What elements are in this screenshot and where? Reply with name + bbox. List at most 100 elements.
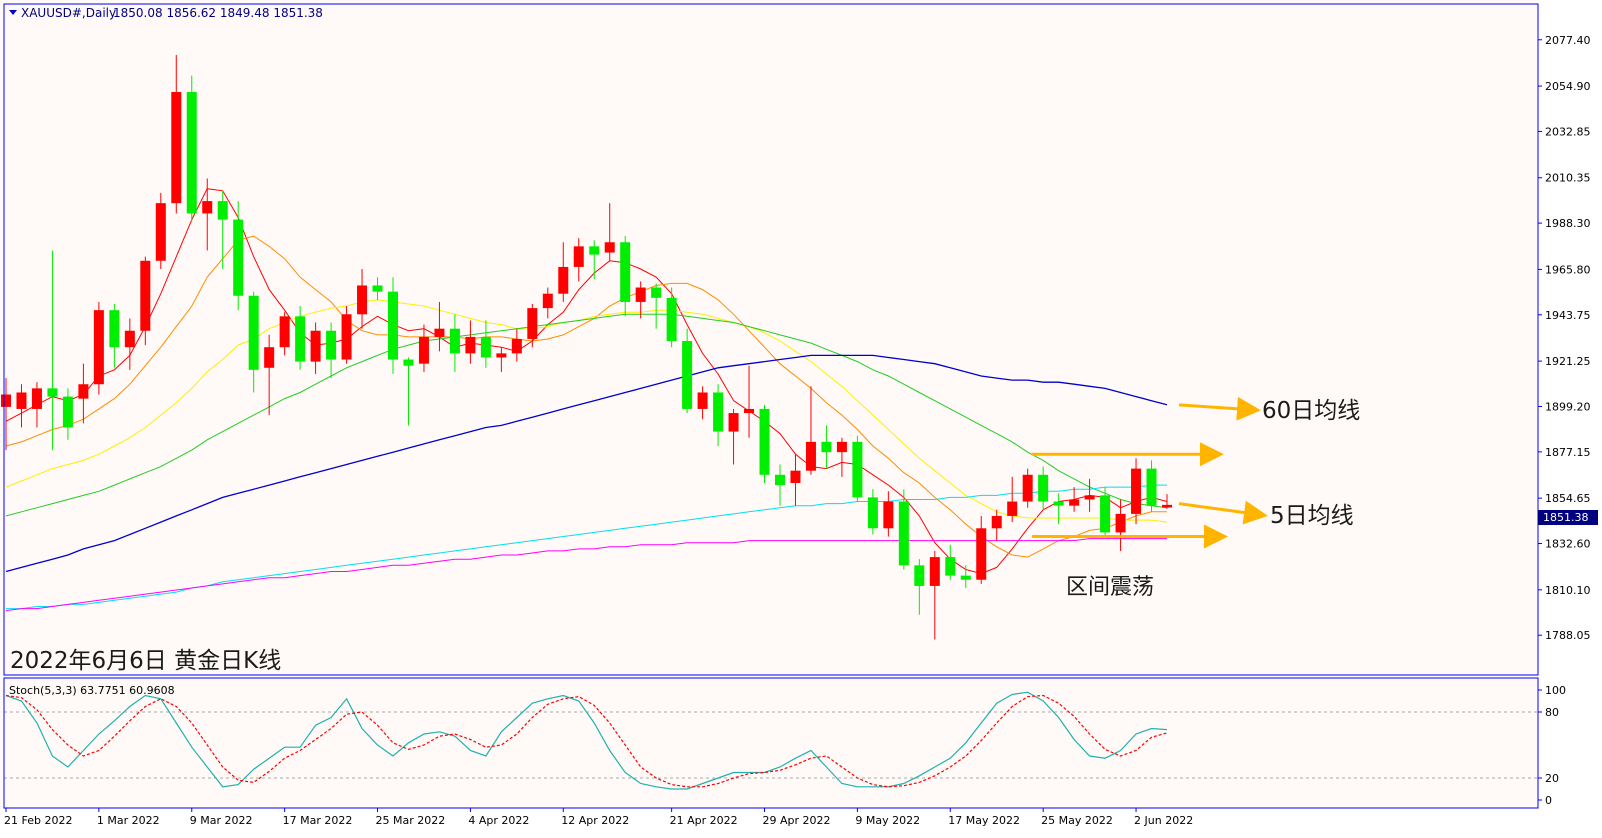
- price-tick-label: 1877.15: [1545, 446, 1591, 459]
- candle-body: [310, 330, 321, 362]
- candle-body: [651, 287, 662, 298]
- stoch-label: Stoch(5,3,3) 63.7751 60.9608: [9, 684, 175, 697]
- candle-body: [883, 501, 894, 529]
- candle-body: [357, 285, 368, 315]
- ma5-annotation: 5日均线: [1270, 503, 1354, 529]
- candle: [852, 435, 863, 502]
- candle-body: [202, 201, 213, 214]
- candle: [93, 301, 104, 395]
- candle: [155, 192, 166, 270]
- candle-body: [248, 295, 259, 370]
- date-tick-label: 25 Mar 2022: [376, 814, 446, 827]
- current-price-value: 1851.38: [1543, 511, 1589, 524]
- candle-body: [867, 497, 878, 529]
- price-chart: 2077.40 2054.90 2032.85 2010.35 1988.30 1965.…: [0, 0, 1598, 827]
- candle-body: [898, 501, 909, 566]
- candle-body: [790, 470, 801, 484]
- candle-body: [155, 203, 166, 261]
- candle-body: [960, 575, 971, 580]
- price-tick-label: 1899.20: [1545, 400, 1591, 413]
- stoch-pane-bg: [0, 678, 1538, 808]
- candle-body: [465, 336, 476, 354]
- candle-body: [945, 557, 956, 576]
- price-tick-label: 1832.60: [1545, 538, 1591, 551]
- main-pane-bg: [0, 0, 1538, 675]
- price-tick-label: 2010.35: [1545, 172, 1591, 185]
- candle: [682, 328, 693, 414]
- ohlc-readout: 1850.08 1856.62 1849.48 1851.38: [113, 6, 323, 20]
- date-tick-label: 17 May 2022: [948, 814, 1020, 827]
- candle-body: [914, 565, 925, 586]
- candle-body: [264, 347, 275, 368]
- candle-body: [480, 336, 491, 358]
- range-annotation: 区间震荡: [1066, 575, 1154, 600]
- candle-body: [728, 413, 739, 432]
- stoch-tick-label: 80: [1545, 706, 1559, 719]
- candle-body: [542, 293, 553, 309]
- price-tick-label: 1788.05: [1545, 629, 1591, 642]
- price-tick-label: 1854.65: [1545, 492, 1591, 505]
- date-tick-label: 4 Apr 2022: [468, 814, 529, 827]
- candle-body: [449, 328, 460, 354]
- candle-body: [1115, 513, 1126, 533]
- price-tick-label: 1988.30: [1545, 217, 1591, 230]
- candle-body: [326, 330, 337, 360]
- candle-body: [341, 314, 352, 360]
- candle-body: [604, 242, 615, 253]
- candle-body: [78, 384, 89, 399]
- candle-body: [1007, 501, 1018, 516]
- candle-body: [573, 246, 584, 267]
- stoch-axis: 100 80 20 0: [1538, 684, 1566, 807]
- price-tick-label: 1921.25: [1545, 355, 1591, 368]
- candle-body: [418, 336, 429, 364]
- date-tick-label: 9 Mar 2022: [190, 814, 253, 827]
- candle-body: [109, 310, 120, 348]
- candle-body: [496, 353, 507, 358]
- candle-body: [558, 266, 569, 294]
- stoch-tick-label: 20: [1545, 772, 1559, 785]
- candle-body: [1053, 501, 1064, 506]
- price-tick-label: 2077.40: [1545, 34, 1591, 47]
- candle-body: [233, 219, 244, 296]
- candle-body: [589, 246, 600, 255]
- date-axis: 21 Feb 2022 1 Mar 2022 9 Mar 2022 17 Mar 20…: [4, 808, 1193, 827]
- candle-body: [1084, 495, 1095, 500]
- candle-body: [217, 201, 228, 220]
- date-tick-label: 12 Apr 2022: [561, 814, 629, 827]
- candle-body: [775, 474, 785, 486]
- date-tick-label: 21 Feb 2022: [4, 814, 72, 827]
- price-tick-label: 1810.10: [1545, 584, 1591, 597]
- candle: [759, 404, 770, 484]
- stoch-tick-label: 0: [1545, 794, 1552, 807]
- candle-body: [666, 297, 677, 342]
- candle-body: [93, 310, 104, 385]
- candle-body: [62, 396, 73, 428]
- candle-body: [403, 359, 414, 366]
- candle: [186, 75, 197, 222]
- candle-body: [1, 394, 11, 407]
- candle-body: [372, 285, 383, 292]
- candle-body: [759, 408, 770, 475]
- candle-body: [929, 557, 940, 586]
- candle-body: [1022, 474, 1033, 502]
- price-tick-label: 1943.75: [1545, 309, 1591, 322]
- price-tick-label: 2032.85: [1545, 125, 1591, 138]
- candle-body: [1100, 495, 1111, 533]
- candle-body: [744, 408, 755, 414]
- candle-body: [713, 392, 724, 432]
- candle-body: [1069, 499, 1080, 506]
- ma60-annotation: 60日均线: [1262, 398, 1360, 424]
- candle-body: [805, 441, 816, 471]
- price-tick-label: 1965.80: [1545, 263, 1591, 276]
- chart-container: 2077.40 2054.90 2032.85 2010.35 1988.30 1965.…: [0, 0, 1602, 834]
- price-axis: 2077.40 2054.90 2032.85 2010.35 1988.30 1965.…: [1538, 34, 1591, 642]
- candle-body: [16, 392, 27, 409]
- date-tick-label: 29 Apr 2022: [763, 814, 831, 827]
- candle-body: [171, 92, 182, 204]
- date-tick-label: 21 Apr 2022: [670, 814, 738, 827]
- candle: [341, 306, 352, 364]
- candle-body: [47, 388, 58, 397]
- candle-body: [434, 328, 445, 337]
- candle-body: [682, 341, 693, 409]
- candle-body: [976, 528, 987, 580]
